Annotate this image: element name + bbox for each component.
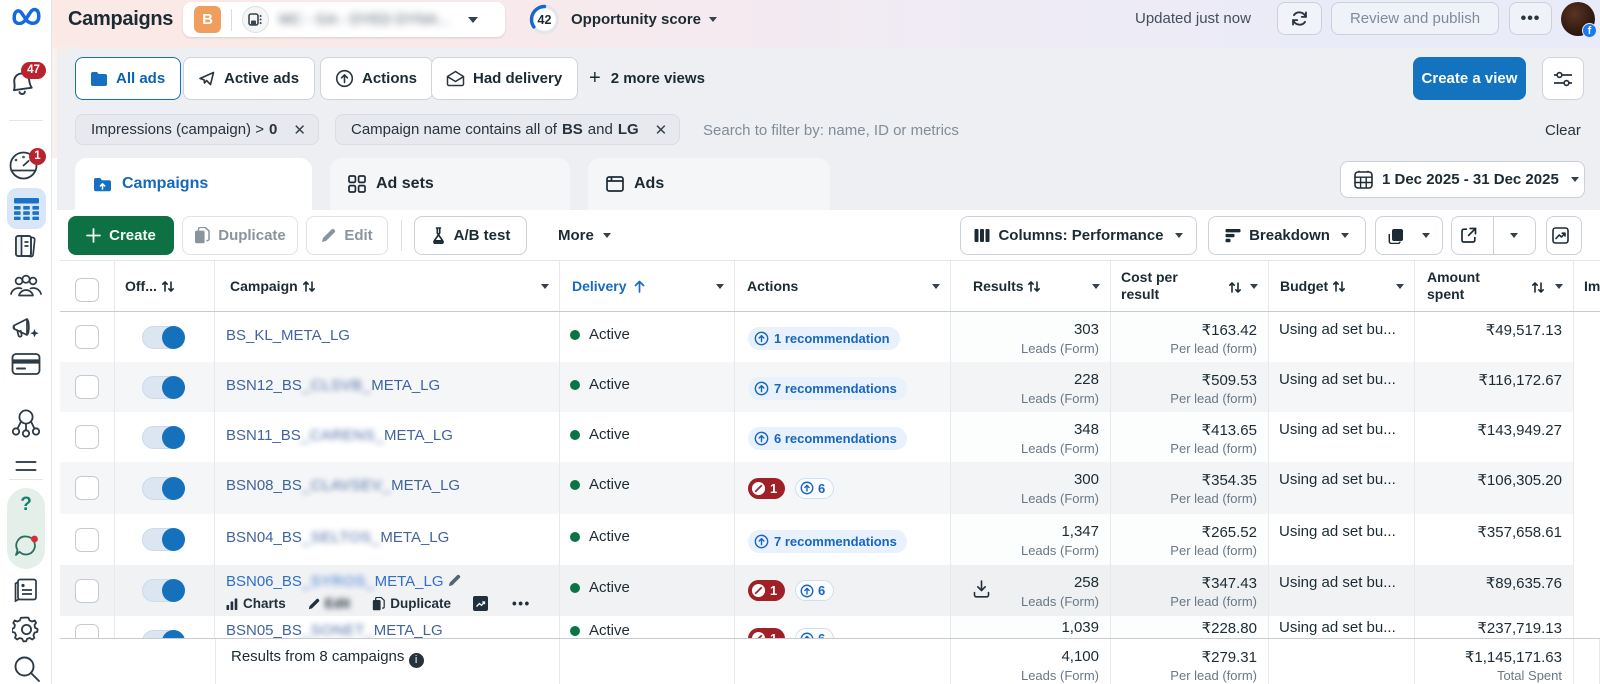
svg-text:42: 42: [538, 13, 552, 27]
